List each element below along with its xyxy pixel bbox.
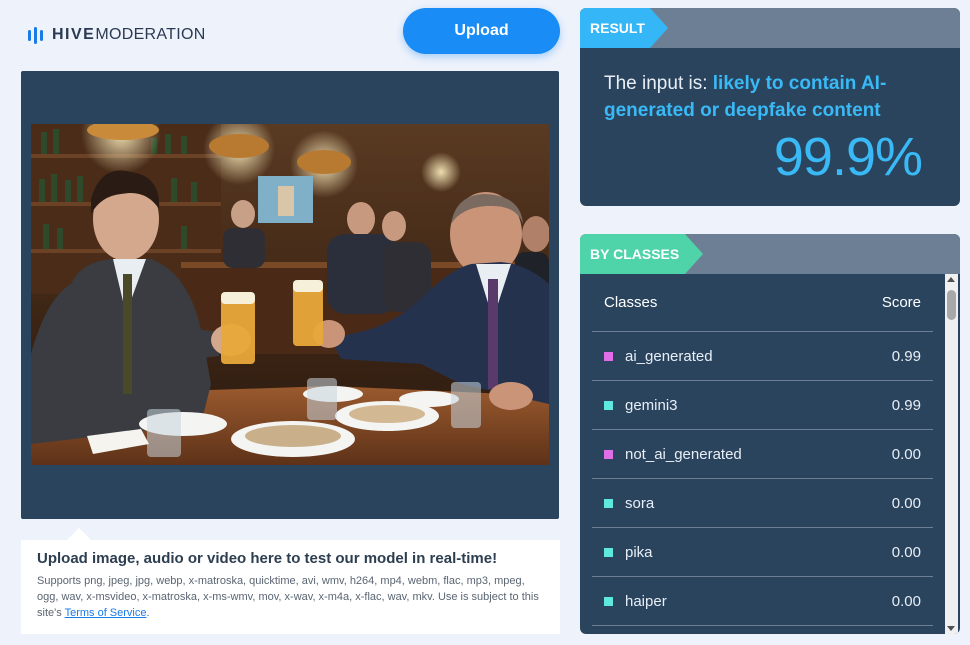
result-prefix: The input is: — [604, 73, 713, 94]
class-row: not_ai_generated 0.00 — [592, 430, 933, 479]
class-name: gemini3 — [625, 396, 678, 414]
result-text: The input is: likely to contain AI-gener… — [604, 70, 924, 124]
logo-bars-icon — [28, 26, 43, 44]
class-name: ai_generated — [625, 347, 713, 365]
logo-brand-light: MODERATION — [95, 26, 206, 43]
class-color-swatch — [604, 449, 613, 459]
class-row: sora 0.00 — [592, 479, 933, 528]
class-color-swatch — [604, 596, 613, 606]
media-preview-panel[interactable] — [21, 71, 559, 519]
logo-brand-bold: HIVE — [52, 26, 96, 43]
result-tag: RESULT — [580, 8, 668, 48]
terms-period: . — [146, 607, 150, 619]
terms-of-service-link[interactable]: Terms of Service — [65, 607, 147, 619]
scroll-down-arrow-icon[interactable] — [947, 626, 955, 631]
class-name: pika — [625, 543, 653, 561]
classes-table-header: Classes Score — [592, 274, 933, 332]
class-name: not_ai_generated — [625, 445, 742, 463]
class-row: pika 0.00 — [592, 528, 933, 577]
upload-button[interactable]: Upload — [403, 8, 560, 54]
class-row: haiper 0.00 — [592, 577, 933, 626]
upload-info-title: Upload image, audio or video here to tes… — [37, 550, 498, 567]
by-classes-tag: BY CLASSES — [580, 234, 703, 274]
result-percentage: 99.9% — [773, 127, 923, 187]
class-row: ai_generated 0.99 — [592, 332, 933, 381]
column-score: Score — [881, 294, 921, 311]
class-score: 0.00 — [891, 592, 921, 610]
class-score: 0.99 — [891, 347, 921, 365]
class-score: 0.99 — [891, 396, 921, 414]
uploaded-image — [31, 124, 549, 465]
supported-formats-text: Supports png, jpeg, jpg, webp, x-matrosk… — [37, 573, 544, 621]
class-score: 0.00 — [891, 543, 921, 561]
class-score: 0.00 — [891, 445, 921, 463]
column-classes: Classes — [604, 294, 658, 311]
class-row: gemini3 0.99 — [592, 381, 933, 430]
scroll-thumb[interactable] — [947, 290, 956, 320]
class-color-swatch — [604, 351, 613, 361]
upload-info-box: Upload image, audio or video here to tes… — [21, 528, 560, 634]
by-classes-panel: BY CLASSES Classes Score ai_generated 0.9… — [580, 234, 960, 634]
scroll-up-arrow-icon[interactable] — [947, 277, 955, 282]
classes-table: Classes Score ai_generated 0.99 gemini3 0.9… — [592, 274, 933, 626]
hive-moderation-logo[interactable]: HIVE MODERATION — [28, 26, 206, 44]
result-header: RESULT — [580, 8, 960, 48]
class-score: 0.00 — [891, 494, 921, 512]
result-panel: RESULT The input is: likely to contain A… — [580, 8, 960, 206]
classes-scrollbar[interactable] — [945, 274, 958, 634]
class-name: haiper — [625, 592, 667, 610]
classes-header: BY CLASSES — [580, 234, 960, 274]
class-name: sora — [625, 494, 655, 512]
class-color-swatch — [604, 498, 613, 508]
class-color-swatch — [604, 547, 613, 557]
class-color-swatch — [604, 400, 613, 410]
